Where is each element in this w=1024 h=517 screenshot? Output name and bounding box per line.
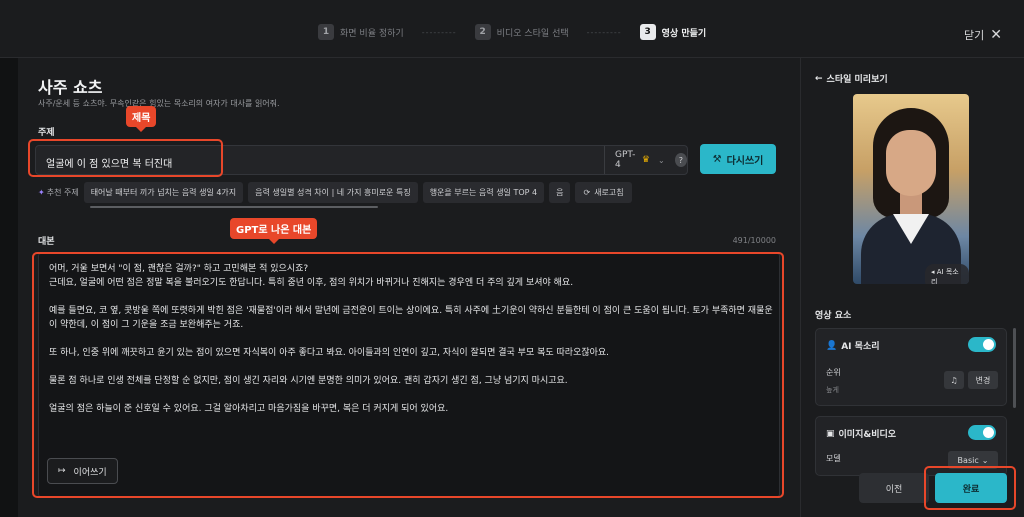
help-icon[interactable]: ? [674,153,687,167]
top-bar: 1 화면 비율 정하기 --------- 2 비디오 스타일 선택 -----… [0,0,1024,58]
recommended-topics: ✦ 추천 주제 태어날 때부터 끼가 넘치는 음력 생일 4가지 음력 생일별 … [38,181,632,203]
side-scrollbar[interactable] [1013,328,1016,408]
refresh-icon: ⟳ [583,187,591,197]
refresh-button[interactable]: ⟳ 새로고침 [575,181,632,203]
rewrite-label: 다시쓰기 [726,155,764,167]
headphones-button[interactable]: ♫ [944,371,964,389]
step-number: 3 [639,24,656,40]
chevron-down-icon: ⌄ [981,455,989,465]
script-annotation-tag: GPT로 나온 대본 [230,218,318,244]
step-2[interactable]: 2 비디오 스타일 선택 [474,24,569,40]
topic-chip[interactable]: 음 [549,181,571,203]
close-label: 닫기 [964,29,985,42]
recommend-label-text: 추천 주제 [46,187,79,197]
step-separator: --------- [586,27,622,37]
close-icon: ✕ [990,27,1002,43]
done-annotation-box [924,466,1016,510]
step-separator: --------- [421,27,457,37]
rewrite-button[interactable]: ⚒ 다시쓰기 [700,144,776,174]
voice-sub-value: 높게 [826,386,839,394]
topic-chip[interactable]: 음력 생일별 성격 차이 | 네 가지 흥미로운 특징 [248,181,418,203]
character-count: 491/10000 [732,236,776,245]
ai-voice-title: AI 목소리 [841,342,880,352]
ai-voice-toggle[interactable] [968,337,996,352]
model-select-value: Basic [957,455,979,465]
ai-voice-card: 👤 AI 목소리 순위 높게 ♫ 변경 [815,328,1007,406]
page-title: 사주 쇼츠 [38,78,103,97]
preview-title: ← 스타일 미리보기 [815,72,888,86]
side-panel: ← 스타일 미리보기 ◂ AI 목소리 영상 요소 👤 AI 목소리 순위 높게… [800,58,1024,517]
change-voice-button[interactable]: 변경 [968,371,998,389]
close-button[interactable]: 닫기 ✕ [964,27,1002,43]
script-label: 대본 [38,237,55,247]
wand-icon: ⚒ [712,153,722,165]
voice-badge-label: AI 목소리 [931,268,959,284]
title-annotation-tag: 제목 [126,106,157,132]
topic-label: 주제 [38,128,55,138]
step-1[interactable]: 1 화면 비율 정하기 [318,24,404,40]
headphones-icon: ♫ [950,375,958,385]
step-label: 비디오 스타일 선택 [496,28,569,39]
ai-voice-header: 👤 AI 목소리 [826,339,880,353]
step-number: 2 [474,24,491,40]
voice-sub-label: 순위 [826,368,841,377]
image-video-title: 이미지&비디오 [838,430,897,440]
voice-badge: ◂ AI 목소리 [925,264,969,284]
step-label: 화면 비율 정하기 [340,28,404,39]
recommend-label: ✦ 추천 주제 [38,187,79,198]
step-number: 1 [318,24,334,40]
image-video-icon: ▣ [826,428,835,439]
model-value: GPT-4 [615,150,636,170]
model-label: 모델 [826,454,841,463]
style-preview-image: ◂ AI 목소리 [853,94,969,284]
step-indicator: 1 화면 비율 정하기 --------- 2 비디오 스타일 선택 -----… [318,24,706,40]
chip-scrollbar[interactable] [90,206,378,208]
topic-chip[interactable]: 행운을 부르는 음력 생일 TOP 4 [422,181,545,203]
video-elements-title: 영상 요소 [815,311,852,321]
title-annotation-box [28,139,223,177]
model-select[interactable]: GPT-4 ♛ ⌄ ? [604,146,687,174]
refresh-label: 새로고침 [594,187,624,197]
previous-button[interactable]: 이전 [859,473,929,503]
image-video-toggle[interactable] [968,425,996,440]
step-label: 영상 만들기 [661,28,707,39]
sparkle-icon: ✦ [38,187,45,197]
person-voice-icon: 👤 [826,340,838,351]
speaker-icon: ◂ [931,268,935,276]
image-video-header: ▣ 이미지&비디오 [826,427,897,441]
step-3[interactable]: 3 영상 만들기 [639,24,707,40]
preview-title-text: 스타일 미리보기 [826,75,888,85]
topic-chip[interactable]: 태어날 때부터 끼가 넘치는 음력 생일 4가지 [83,181,244,203]
arrow-left-icon[interactable]: ← [815,74,823,84]
preview-face [886,130,936,196]
page-description: 사주/운세 등 쇼츠야. 무속인같은 힘있는 목소리의 여자가 대사를 읽어줘. [38,99,280,108]
script-annotation-box [32,252,784,498]
crown-icon: ♛ [641,155,650,165]
chevron-down-icon: ⌄ [657,155,665,165]
